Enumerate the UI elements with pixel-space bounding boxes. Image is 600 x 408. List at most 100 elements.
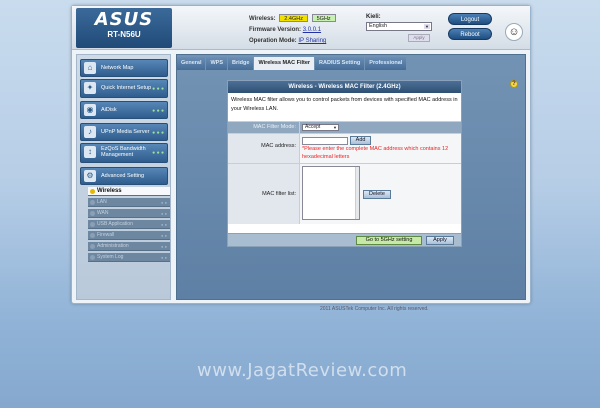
menu-label: AiDisk bbox=[101, 106, 117, 113]
status-dots: ● ● bbox=[161, 211, 167, 216]
submenu-label: WAN bbox=[97, 210, 109, 216]
mac-filter-listbox[interactable] bbox=[302, 166, 360, 220]
status-dots: ● ● bbox=[161, 233, 167, 238]
row-mac-address: MAC address: Add *Please enter the compl… bbox=[228, 133, 461, 163]
disk-icon: ◉ bbox=[84, 104, 96, 116]
submenu-lan[interactable]: LAN ● ● bbox=[88, 198, 170, 207]
filter-mode-label: MAC Filter Mode: bbox=[228, 122, 299, 133]
opmode-link[interactable]: IP Sharing bbox=[298, 38, 326, 44]
submenu-wan[interactable]: WAN ● ● bbox=[88, 209, 170, 218]
bullet-icon bbox=[90, 222, 95, 227]
router-admin-window: ASUS RT-N56U Wireless: 2.4GHz 5GHz Firmw… bbox=[71, 5, 531, 304]
status-dots: ● ● bbox=[161, 200, 167, 205]
mac-list-label: MAC filter list: bbox=[228, 164, 299, 224]
bullet-icon bbox=[90, 255, 95, 260]
main-content: General WPS Bridge Wireless MAC Filter R… bbox=[176, 54, 526, 300]
brand-name: ASUS bbox=[94, 9, 154, 30]
qos-icon: ↕ bbox=[84, 146, 96, 158]
menu-ezqos[interactable]: ↕ EzQoS Bandwidth Management ● ● ● bbox=[80, 143, 168, 163]
tab-general[interactable]: General bbox=[177, 57, 206, 70]
chevron-down-icon: ▼ bbox=[333, 125, 337, 130]
status-dots: ● ● ● bbox=[152, 108, 164, 114]
panel-description: Wireless MAC filter allows you to contro… bbox=[231, 97, 458, 112]
sidebar: ⌂ Network Map ✦ Quick Internet Setup ● ●… bbox=[76, 54, 171, 300]
submenu-wireless[interactable]: Wireless bbox=[88, 187, 170, 196]
tab-radius-setting[interactable]: RADIUS Setting bbox=[315, 57, 365, 70]
status-dots: ● ● bbox=[161, 222, 167, 227]
model-name: RT-N56U bbox=[107, 30, 141, 39]
menu-quick-internet-setup[interactable]: ✦ Quick Internet Setup ● ● ● bbox=[80, 79, 168, 98]
status-dots: ● ● ● bbox=[152, 150, 164, 156]
help-icon[interactable]: ? bbox=[510, 80, 518, 88]
submenu-label: Wireless bbox=[97, 188, 122, 194]
gear-icon: ⚙ bbox=[84, 170, 96, 182]
media-icon: ♪ bbox=[84, 126, 96, 138]
delete-button[interactable]: Delete bbox=[363, 190, 391, 199]
band-5ghz-indicator[interactable]: 5GHz bbox=[311, 14, 336, 23]
header-bar: ASUS RT-N56U Wireless: 2.4GHz 5GHz Firmw… bbox=[72, 6, 530, 50]
language-label: Kieli: bbox=[366, 14, 381, 20]
status-dots: ● ● bbox=[161, 255, 167, 260]
logout-button[interactable]: Logout bbox=[448, 13, 492, 25]
submenu-firewall[interactable]: Firewall ● ● bbox=[88, 231, 170, 240]
mac-warning-text: *Please enter the complete MAC address w… bbox=[302, 146, 449, 160]
submenu-label: System Log bbox=[97, 254, 124, 260]
usb-status-icon[interactable]: ☺ bbox=[505, 23, 523, 41]
language-select[interactable]: English ▼ bbox=[366, 22, 432, 31]
wireless-label: Wireless: bbox=[249, 16, 276, 22]
bullet-icon bbox=[90, 244, 95, 249]
panel-footer: Go to 5GHz setting Apply bbox=[228, 233, 461, 246]
firmware-link[interactable]: 3.0.0.1 bbox=[303, 27, 321, 33]
menu-label: Network Map bbox=[101, 64, 134, 71]
mac-address-input[interactable] bbox=[302, 136, 348, 145]
menu-aidisk[interactable]: ◉ AiDisk ● ● ● bbox=[80, 101, 168, 119]
submenu-system-log[interactable]: System Log ● ● bbox=[88, 253, 170, 262]
menu-network-map[interactable]: ⌂ Network Map bbox=[80, 59, 168, 77]
asus-logo: ASUS RT-N56U bbox=[76, 8, 172, 48]
bullet-icon bbox=[90, 189, 95, 194]
tab-bridge[interactable]: Bridge bbox=[228, 57, 254, 70]
menu-upnp-media-server[interactable]: ♪ UPnP Media Server ● ● ● bbox=[80, 123, 168, 141]
mac-filter-form: MAC Filter Mode: Accept ▼ MAC address: Ad… bbox=[228, 121, 461, 224]
apply-button[interactable]: Apply bbox=[426, 236, 454, 245]
language-selector: Kieli: English ▼ Apply bbox=[366, 14, 432, 42]
mac-filter-panel: Wireless - Wireless MAC Filter (2.4GHz) … bbox=[227, 80, 462, 247]
row-filter-mode: MAC Filter Mode: Accept ▼ bbox=[228, 121, 461, 133]
copyright-text: 2011 ASUSTek Computer Inc. All rights re… bbox=[320, 306, 429, 312]
tab-wps[interactable]: WPS bbox=[206, 57, 228, 70]
row-mac-list: MAC filter list: Delete bbox=[228, 163, 461, 224]
language-value: English bbox=[369, 23, 388, 29]
filter-mode-value: Accept bbox=[305, 124, 321, 130]
tab-wireless-mac-filter[interactable]: Wireless MAC Filter bbox=[254, 57, 315, 70]
band-24ghz-indicator[interactable]: 2.4GHz bbox=[279, 14, 308, 23]
mac-address-label: MAC address: bbox=[228, 134, 299, 163]
menu-advanced-setting[interactable]: ⚙ Advanced Setting bbox=[80, 167, 168, 185]
listbox-scrollbar[interactable] bbox=[355, 167, 359, 219]
firmware-label: Firmware Version: bbox=[249, 27, 302, 33]
submenu-administration[interactable]: Administration ● ● bbox=[88, 242, 170, 251]
status-dots: ● ● ● bbox=[152, 86, 164, 92]
status-dots: ● ● bbox=[161, 244, 167, 249]
chevron-down-icon: ▼ bbox=[424, 24, 430, 29]
menu-label: EzQoS Bandwidth Management bbox=[101, 145, 146, 159]
submenu-label: Administration bbox=[97, 243, 129, 249]
tab-professional[interactable]: Professional bbox=[365, 57, 407, 70]
menu-label: UPnP Media Server bbox=[101, 128, 150, 135]
tab-bar: General WPS Bridge Wireless MAC Filter R… bbox=[177, 57, 407, 70]
status-info: Wireless: 2.4GHz 5GHz Firmware Version: … bbox=[249, 14, 336, 47]
goto-5ghz-button[interactable]: Go to 5GHz setting bbox=[356, 236, 422, 245]
menu-label: Quick Internet Setup bbox=[101, 84, 152, 91]
bullet-icon bbox=[90, 200, 95, 205]
language-apply-button[interactable]: Apply bbox=[408, 34, 430, 42]
bullet-icon bbox=[90, 233, 95, 238]
submenu-label: USB Application bbox=[97, 221, 133, 227]
wizard-icon: ✦ bbox=[84, 82, 96, 94]
submenu-usb-application[interactable]: USB Application ● ● bbox=[88, 220, 170, 229]
add-button[interactable]: Add bbox=[349, 136, 372, 145]
bullet-icon bbox=[90, 211, 95, 216]
watermark: www.JagatReview.com bbox=[197, 360, 408, 381]
menu-label: Advanced Setting bbox=[101, 172, 145, 179]
reboot-button[interactable]: Reboot bbox=[448, 28, 492, 40]
filter-mode-select[interactable]: Accept ▼ bbox=[302, 124, 339, 131]
panel-title: Wireless - Wireless MAC Filter (2.4GHz) bbox=[228, 81, 461, 93]
